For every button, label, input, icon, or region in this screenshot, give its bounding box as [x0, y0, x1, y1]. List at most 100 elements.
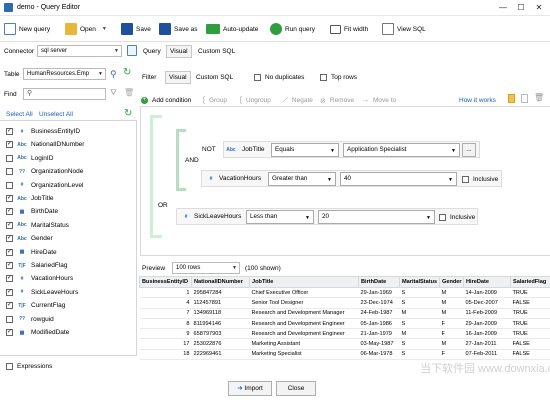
maximize-button[interactable]: ☐ [514, 2, 528, 13]
auto-update-button[interactable]: Auto-update [206, 21, 258, 37]
field-item[interactable]: ▦ ModifiedDate [6, 326, 69, 339]
field-item[interactable]: Abc NationalIDNumber [6, 138, 84, 151]
trash-icon[interactable]: 🗑 [124, 88, 134, 97]
field-checkbox[interactable] [6, 207, 13, 216]
condition-field[interactable]: VacationHours [219, 175, 261, 182]
table-select[interactable]: HumanResources.Emp ▼ [23, 68, 106, 80]
field-item[interactable]: # VacationHours [6, 272, 73, 285]
field-item[interactable]: ?? OrganizationNode [6, 165, 83, 178]
unselect-all-link[interactable]: Unselect All [39, 111, 73, 118]
field-item[interactable]: T|F SalariedFlag [6, 259, 68, 272]
condition-value-input[interactable]: 20 ▼ [318, 210, 435, 224]
new-query-button[interactable]: New query [4, 21, 50, 37]
field-item[interactable]: # BusinessEntityID [6, 125, 80, 138]
table-row[interactable]: 1 295847284 Chief Executive Officer 29-Jan-… [139, 287, 550, 299]
field-item[interactable]: Abc MaritalStatus [6, 219, 69, 232]
field-item[interactable]: ▦ HireDate [6, 246, 57, 259]
condition-field[interactable]: SickLeaveHours [194, 213, 241, 220]
tab-filter-visual[interactable]: Visual [165, 71, 191, 84]
table-row[interactable]: 7 134969118 Research and Development Manag… [139, 308, 550, 319]
close-window-button[interactable]: ✕ [532, 2, 546, 13]
field-checkbox[interactable] [6, 234, 13, 243]
and-operator[interactable]: AND [184, 157, 200, 164]
open-button[interactable]: Open ▼ [65, 21, 107, 37]
table-row[interactable]: 4 112457891 Senior Tool Designer 23-Dec-197… [139, 297, 550, 309]
inclusive-checkbox[interactable] [439, 214, 446, 221]
field-checkbox[interactable] [6, 261, 13, 269]
column-header[interactable]: BusinessEntityID [139, 276, 192, 288]
column-header[interactable]: NationalIDNumber [191, 276, 250, 288]
no-duplicates-checkbox[interactable] [254, 74, 261, 81]
refresh-fields-icon[interactable]: ↻ [124, 108, 132, 119]
field-item[interactable]: ?? rowguid [6, 313, 54, 326]
run-query-button[interactable]: Run query [270, 21, 315, 37]
field-checkbox[interactable] [6, 288, 13, 296]
inclusive-option[interactable]: Inclusive [439, 211, 475, 224]
table-row[interactable]: 8 811994146 Research and Development Engin… [139, 318, 550, 330]
save-button[interactable]: Save [121, 21, 151, 37]
field-checkbox[interactable] [6, 248, 13, 256]
column-header[interactable]: HireDate [463, 276, 511, 288]
field-checkbox[interactable] [6, 168, 13, 176]
table-row[interactable]: 17 253022876 Marketing Assistant 03-May-198… [139, 338, 550, 350]
field-checkbox[interactable] [6, 274, 13, 283]
field-checkbox[interactable] [6, 140, 13, 149]
search-table-icon[interactable]: ⚲ [110, 69, 117, 80]
field-checkbox[interactable] [6, 127, 13, 135]
inclusive-checkbox[interactable] [462, 176, 469, 183]
condition-operator-select[interactable]: Greater than ▼ [268, 172, 336, 186]
fit-width-button[interactable]: Fit width [330, 21, 368, 37]
preview-rows-select[interactable]: 100 rows ▼ [172, 262, 240, 274]
column-header[interactable]: MaritalStatus [399, 276, 440, 288]
field-item[interactable]: T|F CurrentFlag [6, 299, 65, 312]
close-button[interactable]: Close [276, 381, 316, 396]
how-it-works-link[interactable]: How it works [459, 97, 496, 104]
column-header[interactable]: BirthDate [358, 276, 400, 288]
find-input[interactable]: ⚲ [23, 88, 106, 100]
filter-funnel-icon[interactable]: ⛛ [110, 88, 117, 98]
top-rows-checkbox[interactable] [320, 74, 327, 81]
edit-connector-icon[interactable] [127, 45, 137, 56]
trash-icon[interactable]: 🗑 [534, 93, 544, 102]
inclusive-option[interactable]: Inclusive [462, 173, 498, 186]
field-checkbox[interactable] [6, 154, 13, 162]
field-checkbox[interactable] [6, 328, 13, 336]
field-item[interactable]: ▦ BirthDate [6, 205, 58, 218]
select-all-link[interactable]: Select All [6, 111, 33, 118]
refresh-icon[interactable]: ↻ [123, 67, 131, 78]
or-operator[interactable]: OR [157, 202, 169, 209]
paste-icon[interactable] [521, 94, 528, 103]
tab-filter-custom-sql[interactable]: Custom SQL [192, 71, 237, 84]
field-item[interactable]: Abc JobTitle [6, 192, 54, 205]
no-duplicates-option[interactable]: No duplicates [254, 71, 304, 84]
column-header[interactable]: JobTitle [249, 276, 359, 288]
field-item[interactable]: Abc LoginID [6, 152, 53, 165]
condition-operator-select[interactable]: Less than ▼ [246, 210, 314, 224]
tab-query-custom-sql[interactable]: Custom SQL [194, 45, 239, 58]
condition-value-input[interactable]: 40 ▼ [340, 172, 457, 186]
tab-query-visual[interactable]: Visual [166, 45, 192, 58]
expressions-toggle[interactable]: Expressions [6, 360, 52, 373]
column-header[interactable]: SalariedFlag [510, 276, 550, 288]
field-item[interactable]: # SickLeaveHours [6, 286, 78, 299]
table-row[interactable]: 9 658797903 Research and Development Engin… [139, 328, 550, 340]
more-values-button[interactable]: ... [462, 143, 476, 157]
field-checkbox[interactable] [6, 301, 13, 310]
not-operator[interactable]: NOT [202, 146, 216, 153]
field-checkbox[interactable] [6, 221, 13, 229]
save-as-button[interactable]: Save as [159, 21, 198, 37]
connector-select[interactable]: sql server ▼ [37, 45, 122, 57]
copy-icon[interactable] [508, 94, 515, 103]
field-checkbox[interactable] [6, 181, 13, 189]
table-row[interactable]: 18 222969461 Marketing Specialist 06-Mar-19… [139, 349, 550, 361]
field-checkbox[interactable] [6, 315, 13, 323]
import-button[interactable]: ➜ Import [228, 381, 272, 396]
field-item[interactable]: # OrganizationLevel [6, 179, 83, 192]
minimize-button[interactable]: — [496, 2, 510, 13]
top-rows-option[interactable]: Top rows [320, 71, 357, 84]
condition-operator-select[interactable]: Equals ▼ [271, 143, 339, 157]
condition-value-select[interactable]: Application Specialist ▼ [343, 143, 460, 157]
condition-field[interactable]: JobTitle [242, 146, 265, 153]
view-sql-button[interactable]: View SQL [382, 21, 426, 37]
column-header[interactable]: Gender [439, 276, 464, 288]
